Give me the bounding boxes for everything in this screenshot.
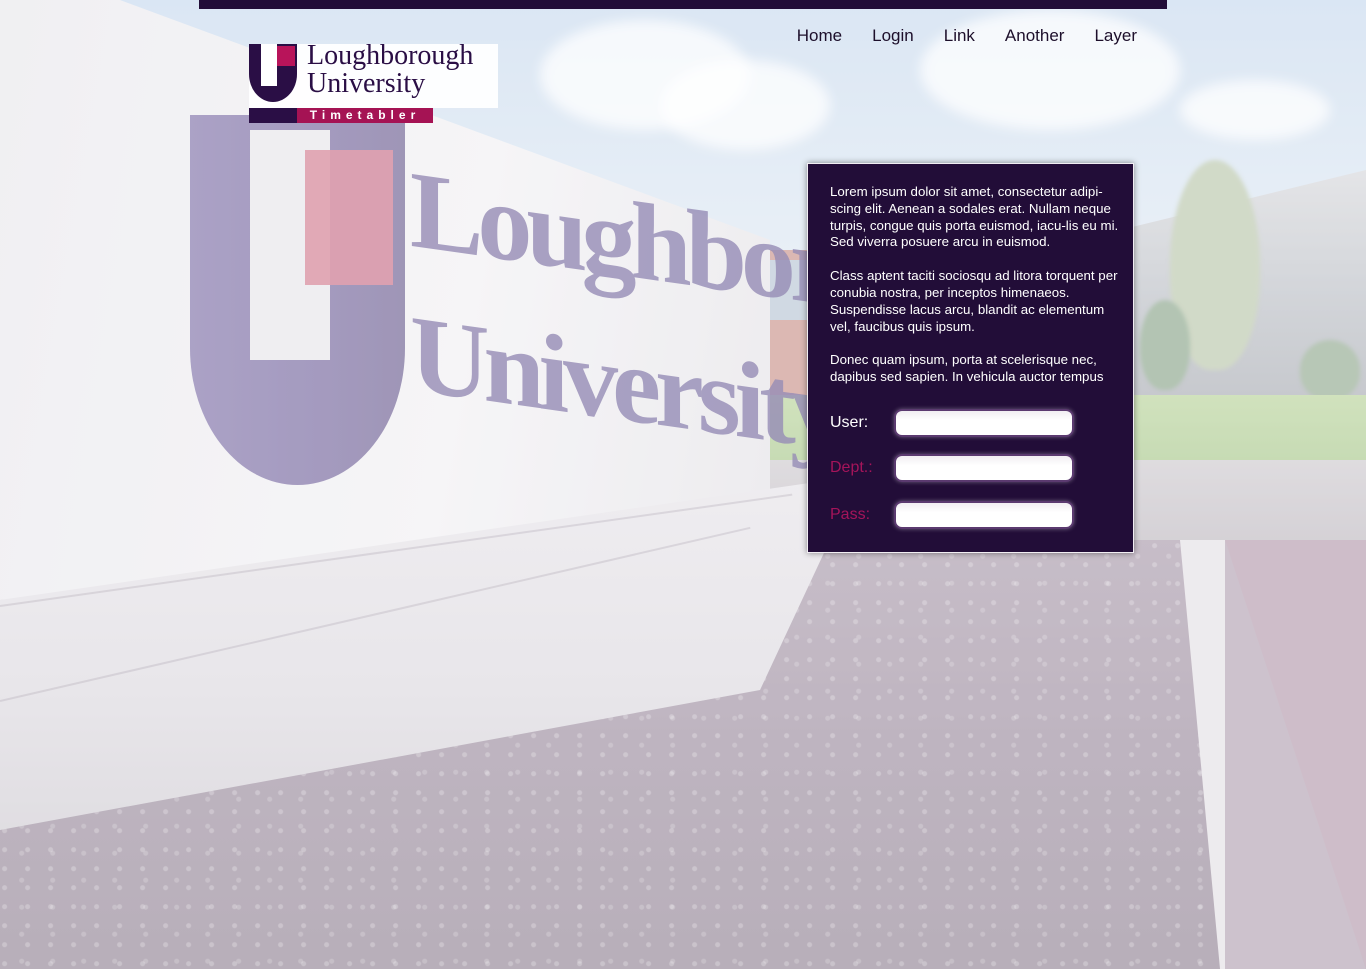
main-nav: Home Login Link Another Layer	[782, 26, 1152, 46]
intro-paragraph: Lorem ipsum dolor sit amet, consectetur …	[830, 184, 1119, 250]
dept-label: Dept.:	[830, 459, 873, 476]
intro-paragraph: Class aptent taciti sociosqu ad litora t…	[830, 268, 1118, 334]
user-label: User:	[830, 414, 869, 431]
dept-input[interactable]	[894, 454, 1074, 482]
intro-text: Lorem ipsum dolor sit amet, consectetur …	[830, 184, 1126, 403]
user-input[interactable]	[894, 409, 1074, 437]
intro-paragraph: Donec quam ipsum, porta at scelerisque n…	[830, 352, 1104, 385]
photo-wash-overlay	[0, 0, 1366, 969]
nav-another-link[interactable]: Another	[990, 26, 1080, 46]
pass-label: Pass:	[830, 506, 871, 523]
nav-layer-link[interactable]: Layer	[1079, 26, 1152, 46]
university-logo[interactable]: Loughborough University Timetabler	[249, 42, 498, 124]
pass-input[interactable]	[894, 501, 1074, 529]
nav-link-link[interactable]: Link	[929, 26, 990, 46]
login-panel: Lorem ipsum dolor sit amet, consectetur …	[807, 163, 1134, 553]
dept-row: Dept.:	[830, 454, 1074, 482]
nav-login-link[interactable]: Login	[857, 26, 929, 46]
top-accent-bar	[199, 0, 1167, 9]
logo-name-line2: University	[307, 68, 426, 99]
logo-red-square	[277, 46, 295, 66]
nav-home-link[interactable]: Home	[782, 26, 857, 46]
logo-tagline: Timetabler	[297, 108, 433, 123]
pass-row: Pass:	[830, 501, 1074, 529]
user-row: User:	[830, 409, 1074, 437]
background-photo: Loughborough University	[0, 0, 1366, 969]
logo-wordmark: Loughborough University	[307, 42, 473, 98]
logo-name-line1: Loughborough	[307, 40, 474, 71]
logo-shield-cutout	[261, 44, 277, 86]
